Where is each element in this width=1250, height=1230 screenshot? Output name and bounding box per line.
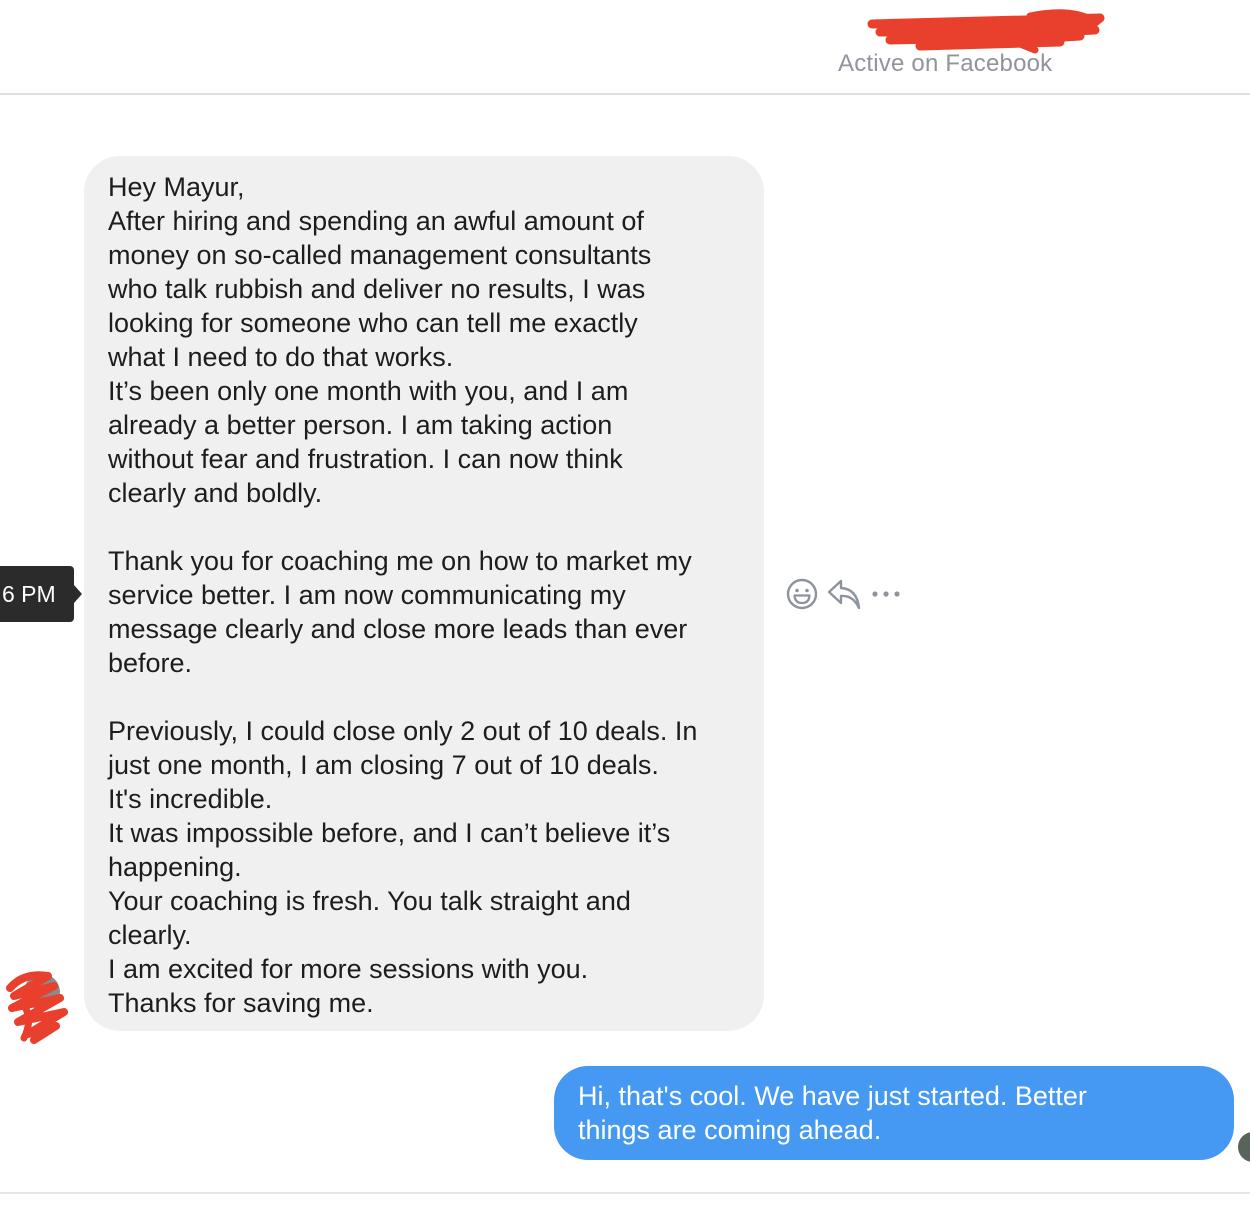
message-line: already a better person. I am taking act…: [108, 410, 613, 440]
message-line: It's incredible.: [108, 784, 273, 814]
message-line: Previously, I could close only 2 out of …: [108, 716, 698, 746]
message-line: Hey Mayur,: [108, 172, 245, 202]
outgoing-message-bubble[interactable]: Hi, that's cool. We have just started. B…: [554, 1066, 1234, 1160]
message-line: It’s been only one month with you, and I…: [108, 376, 629, 406]
conversation-header: Active on Facebook: [0, 0, 1250, 95]
active-status-label: Active on Facebook: [838, 50, 1053, 77]
incoming-message-text: Hey Mayur, After hiring and spending an a…: [108, 170, 748, 1020]
message-line: what I need to do that works.: [108, 342, 454, 372]
message-line: clearly and boldly.: [108, 478, 323, 508]
message-line: I am excited for more sessions with you.: [108, 954, 589, 984]
message-line: Hi, that's cool. We have just started. B…: [578, 1081, 1087, 1111]
more-options-icon[interactable]: [870, 576, 902, 612]
sender-avatar-redacted: [6, 971, 68, 1044]
message-line: Your coaching is fresh. You talk straigh…: [108, 886, 631, 916]
message-line: service better. I am now communicating m…: [108, 580, 626, 610]
message-line: It was impossible before, and I can’t be…: [108, 818, 671, 848]
reply-icon[interactable]: [826, 576, 862, 612]
message-line: money on so-called management consultant…: [108, 240, 652, 270]
tooltip-arrow: [74, 585, 82, 603]
message-line: who talk rubbish and deliver no results,…: [108, 274, 646, 304]
message-line: After hiring and spending an awful amoun…: [108, 206, 644, 236]
read-receipt-avatar: [1238, 1132, 1250, 1162]
message-line: Thank you for coaching me on how to mark…: [108, 546, 692, 576]
message-line: happening.: [108, 852, 242, 882]
messenger-conversation: Active on Facebook Hey Mayur, After hirin…: [0, 0, 1250, 1230]
message-line: without fear and frustration. I can now …: [108, 444, 623, 474]
outgoing-message-text: Hi, that's cool. We have just started. B…: [578, 1079, 1218, 1147]
incoming-message-bubble[interactable]: Hey Mayur, After hiring and spending an a…: [84, 156, 764, 1031]
message-line: things are coming ahead.: [578, 1115, 882, 1145]
message-line: clearly.: [108, 920, 192, 950]
composer-divider: [0, 1192, 1250, 1194]
message-line: Thanks for saving me.: [108, 988, 374, 1018]
contact-name-redacted: [867, 9, 1105, 54]
message-timestamp-tooltip: 6 PM: [0, 566, 74, 622]
message-line: looking for someone who can tell me exac…: [108, 308, 638, 338]
message-line: before.: [108, 648, 193, 678]
message-line: message clearly and close more leads tha…: [108, 614, 688, 644]
emoji-react-icon[interactable]: [784, 576, 820, 612]
message-line: just one month, I am closing 7 out of 10…: [108, 750, 659, 780]
